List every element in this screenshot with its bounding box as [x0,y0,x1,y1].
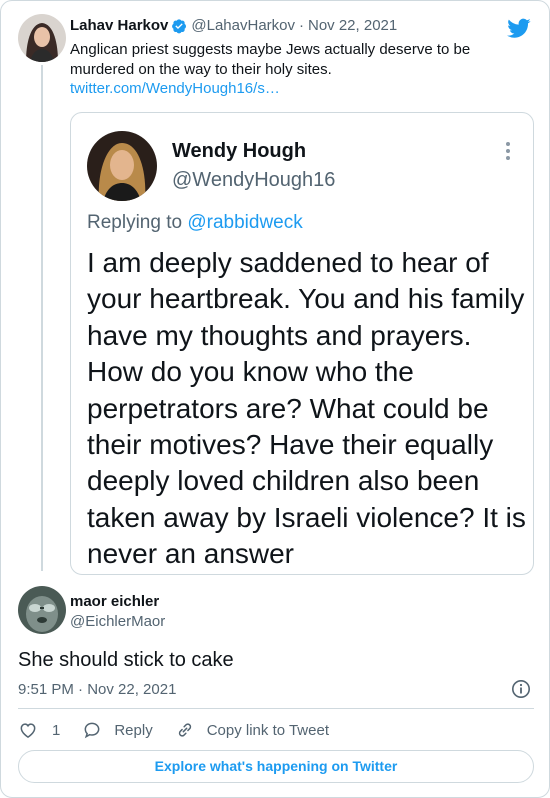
lahav-avatar[interactable] [18,14,66,62]
thread-connector-line [41,65,43,571]
wendy-avatar [87,131,157,201]
divider [18,708,534,709]
parent-tweet-header: Lahav Harkov @LahavHarkov · Nov 22, 2021 [70,17,397,34]
quoted-tweet-text: I am deeply saddened to hear of your hea… [87,247,526,570]
like-button[interactable]: 1 [18,720,60,740]
quoted-author-name: Wendy Hough [172,140,307,162]
reply-label: Reply [114,721,153,739]
maor-avatar[interactable] [18,586,66,634]
separator-dot: · [299,17,304,34]
link-icon [178,723,191,737]
main-tweet-text: She should stick to cake [18,649,234,671]
heart-icon [20,723,36,738]
main-author-handle[interactable]: @EichlerMaor [70,613,165,630]
quoted-author-handle: @WendyHough16 [172,169,336,191]
verified-badge-icon [171,18,187,34]
quoted-replying-to: Replying to @rabbidweck [87,212,303,234]
tweet-actions: 1 Reply Copy link to Tweet [18,718,351,742]
copy-link-button[interactable]: Copy link to Tweet [175,720,329,740]
reply-button[interactable]: Reply [82,720,153,740]
parent-tweet-date[interactable]: Nov 22, 2021 [308,17,397,34]
copy-link-label: Copy link to Tweet [206,721,329,739]
parent-tweet-text: Anglican priest suggests maybe Jews actu… [70,41,471,78]
parent-author-handle[interactable]: @LahavHarkov [191,17,295,34]
twitter-bird-icon[interactable] [507,16,531,40]
tweet-embed: Lahav Harkov @LahavHarkov · Nov 22, 2021… [0,0,550,798]
info-icon[interactable] [511,679,531,699]
reply-bubble-icon [84,722,100,739]
main-author-name[interactable]: maor eichler [70,593,159,610]
quoted-screenshot-card[interactable]: Wendy Hough @WendyHough16 Replying to @r… [70,112,534,575]
replying-prefix: Replying to [87,212,183,233]
main-tweet-timestamp[interactable]: 9:51 PM · Nov 22, 2021 [18,681,176,698]
vertical-ellipsis-icon [503,141,513,161]
replying-mention: @rabbidweck [187,212,303,233]
like-count: 1 [52,721,61,739]
parent-tweet-link[interactable]: twitter.com/WendyHough16/s… [70,80,280,97]
parent-author-name[interactable]: Lahav Harkov [70,17,168,34]
explore-twitter-button[interactable]: Explore what's happening on Twitter [18,750,534,783]
